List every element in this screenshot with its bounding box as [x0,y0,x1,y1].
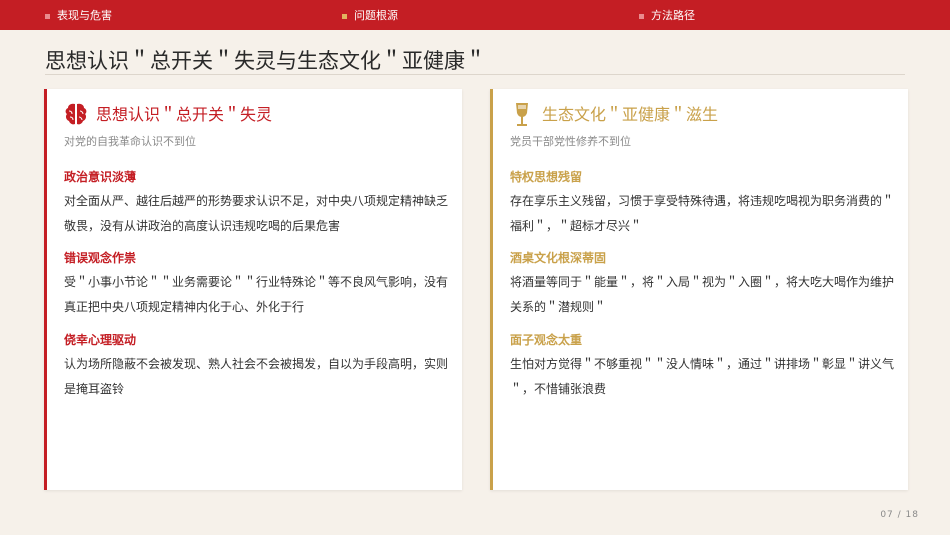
section-title: 错误观念作祟 [64,251,137,265]
card-title: 思想认识＂总开关＂失灵 [96,105,273,124]
card-ecology: 生态文化＂亚健康＂滋生 党员干部党性修养不到位 特权思想残留 存在享乐主义残留，… [490,89,908,490]
nav-item-method[interactable]: 方法路径 [639,9,695,23]
section-text: 认为场所隐蔽不会被发现、熟人社会不会被揭发，自以为手段高明，实则是掩耳盗铃 [64,357,449,396]
nav-item-root-cause[interactable]: 问题根源 [342,9,398,23]
nav-item-performance[interactable]: 表现与危害 [45,9,112,23]
card-header: 生态文化＂亚健康＂滋生 [510,100,718,130]
card-subtitle: 对党的自我革命认识不到位 [64,135,196,148]
section-title: 侥幸心理驱动 [64,333,137,347]
nav-bullet-icon [342,13,347,19]
section-title: 酒桌文化根深蒂固 [510,251,607,265]
card-subtitle: 党员干部党性修养不到位 [510,135,631,148]
nav-item-label: 方法路径 [651,9,695,22]
wine-glass-icon [516,103,528,126]
nav-item-label: 表现与危害 [57,9,112,22]
top-nav-bar: 表现与危害 问题根源 方法路径 [0,0,950,30]
section-title: 特权思想残留 [510,170,583,184]
card-header: 思想认识＂总开关＂失灵 [64,100,272,130]
title-divider [45,74,905,75]
card-title: 生态文化＂亚健康＂滋生 [542,105,719,124]
card-ideology: 思想认识＂总开关＂失灵 对党的自我革命认识不到位 政治意识淡薄 对全面从严、越往… [44,89,462,490]
section-text: 将酒量等同于＂能量＂，将＂入局＂视为＂入圈＂，将大吃大喝作为维护关系的＂潜规则＂ [510,275,895,314]
nav-bullet-icon [45,13,50,19]
page-title: 思想认识＂总开关＂失灵与生态文化＂亚健康＂ [45,49,486,73]
section-text: 对全面从严、越往后越严的形势要求认识不足，对中央八项规定精神缺乏敬畏，没有从讲政… [64,194,449,233]
nav-bullet-icon [639,13,644,19]
section-title: 政治意识淡薄 [64,170,137,184]
section-text: 受＂小事小节论＂＂业务需要论＂＂行业特殊论＂等不良风气影响，没有真正把中央八项规… [64,275,449,314]
brain-icon [65,103,87,125]
section-text: 生怕对方觉得＂不够重视＂＂没人情味＂，通过＂讲排场＂彰显＂讲义气＂，不惜铺张浪费 [510,357,895,396]
section-title: 面子观念太重 [510,333,583,347]
nav-item-label: 问题根源 [354,9,398,22]
section-text: 存在享乐主义残留，习惯于享受特殊待遇，将违规吃喝视为职务消费的＂福利＂，＂超标才… [510,194,895,233]
page-number: 07 / 18 [880,510,919,520]
